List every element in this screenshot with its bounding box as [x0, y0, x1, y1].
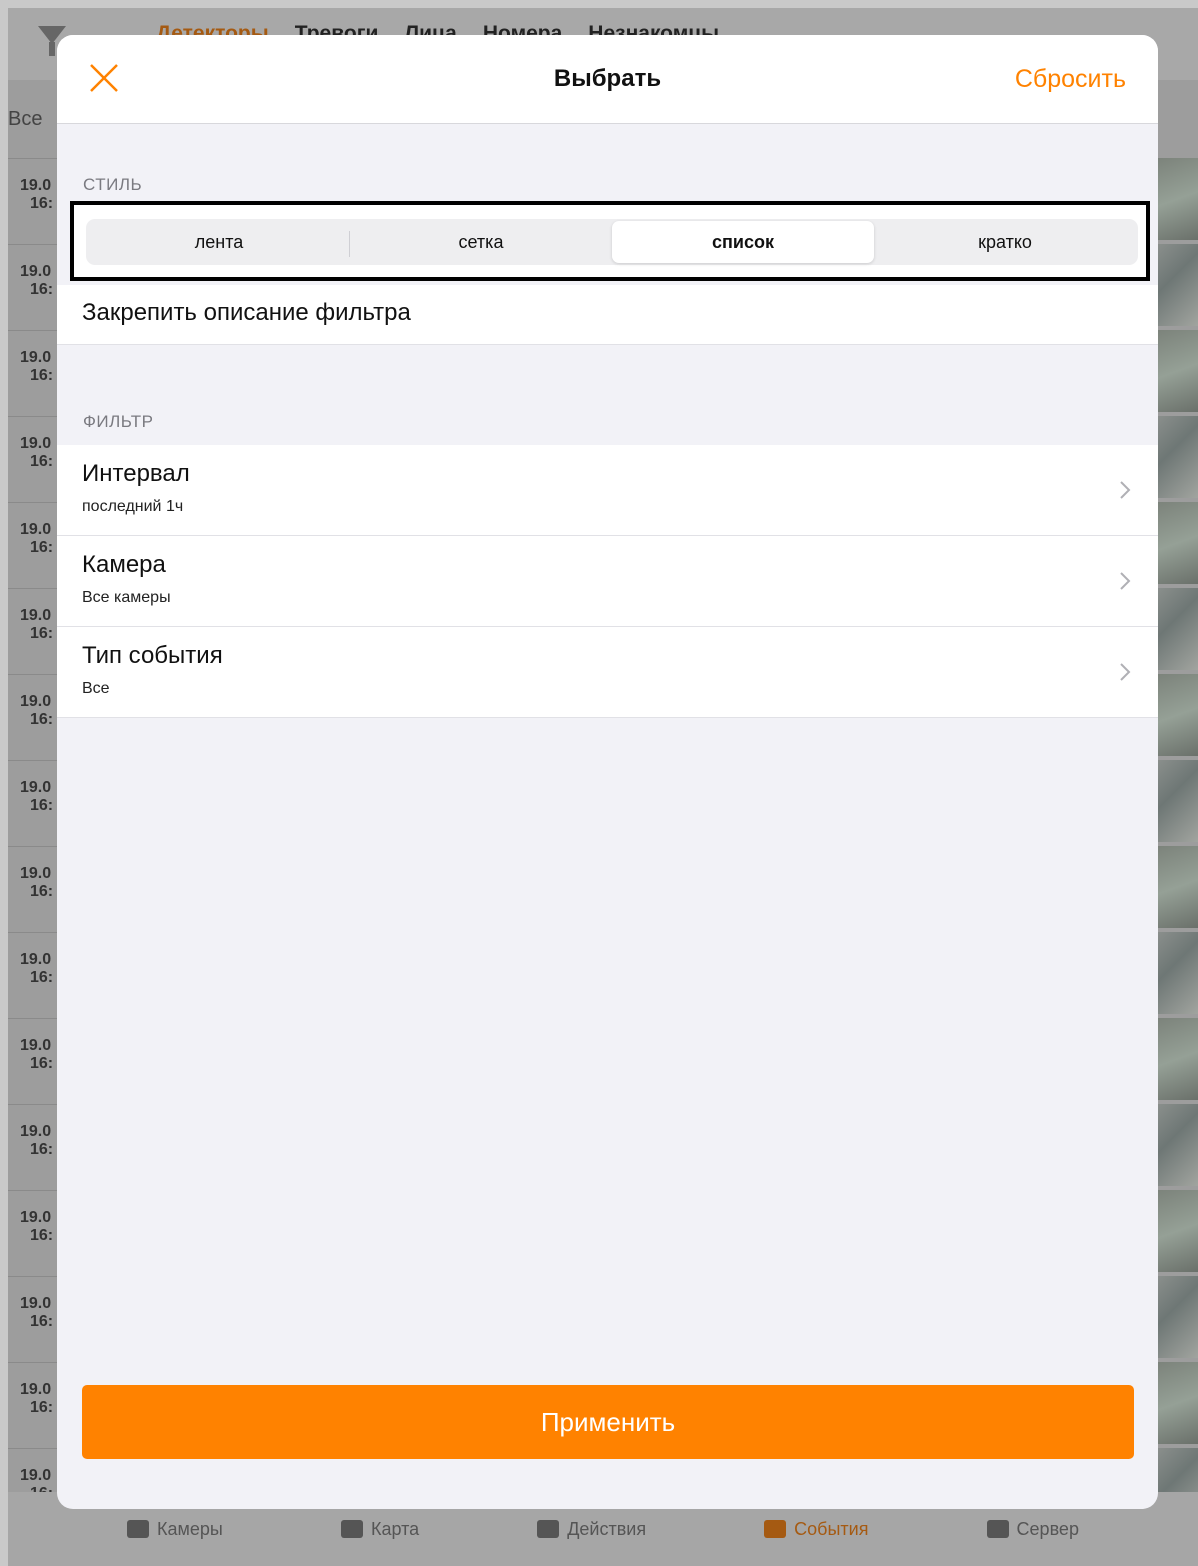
background-event-row: 19.016:: [8, 1018, 60, 1104]
filter-section-label: ФИЛЬТР: [83, 412, 154, 431]
filter-modal: Выбрать Сбросить СТИЛЬ лента сетка списо…: [57, 35, 1158, 1509]
nav-map: Карта: [340, 1519, 419, 1540]
background-event-thumbnail: [1158, 674, 1198, 756]
background-event-row: 19.016:: [8, 158, 60, 244]
background-event-thumbnail: [1158, 416, 1198, 498]
pin-filter-description-label: Закрепить описание фильтра: [82, 299, 411, 326]
nav-actions: Действия: [537, 1519, 646, 1540]
nav-server: Сервер: [986, 1519, 1079, 1540]
apply-button[interactable]: Применить: [82, 1385, 1134, 1459]
chevron-right-icon: [1120, 663, 1131, 681]
background-event-thumbnail: [1158, 330, 1198, 412]
background-event-thumbnail: [1158, 932, 1198, 1014]
camera-icon: [127, 1520, 150, 1538]
style-option-feed[interactable]: лента: [88, 221, 350, 263]
style-segmented-control: лента сетка список кратко: [86, 219, 1138, 265]
events-icon: [764, 1520, 787, 1538]
background-event-thumbnail: [1158, 1190, 1198, 1272]
background-date-column: 19.0 16: 19.0 16: 19.0 16: 19.0 16: 19.0 16: 19.0 1…: [8, 158, 60, 1534]
chevron-right-icon: [1120, 572, 1131, 590]
background-event-row: 19.016:: [8, 1276, 60, 1362]
style-option-grid[interactable]: сетка: [350, 221, 612, 263]
filter-row-event-type[interactable]: Тип события Все: [57, 626, 1158, 717]
background-event-row: 19.016:: [8, 502, 60, 588]
nav-cameras: Камеры: [127, 1519, 223, 1540]
pin-filter-description-row[interactable]: Закрепить описание фильтра: [57, 285, 1158, 345]
background-event-row: 19.016:: [8, 588, 60, 674]
background-event-row: 19.016:: [8, 1190, 60, 1276]
background-event-row: 19.016:: [8, 1362, 60, 1448]
home-icon: [986, 1520, 1009, 1538]
filter-value: Все камеры: [82, 589, 171, 606]
reset-button[interactable]: Сбросить: [1015, 65, 1126, 94]
background-event-row: 19.016:: [8, 846, 60, 932]
filter-title: Камера: [82, 551, 166, 578]
background-event-thumbnail: [1158, 502, 1198, 584]
background-thumbnails: [1158, 158, 1198, 1534]
filter-row-interval[interactable]: Интервал последний 1ч: [57, 445, 1158, 535]
modal-title: Выбрать: [553, 65, 662, 92]
background-event-row: 19.016:: [8, 760, 60, 846]
style-selector-highlight: лента сетка список кратко: [70, 201, 1150, 281]
lightning-icon: [537, 1520, 560, 1538]
background-event-row: 19.016:: [8, 932, 60, 1018]
background-event-row: 19.016:: [8, 674, 60, 760]
background-event-thumbnail: [1158, 158, 1198, 240]
background-event-thumbnail: [1158, 760, 1198, 842]
background-event-row: 19.016:: [8, 244, 60, 330]
map-icon: [340, 1520, 363, 1538]
nav-events: События: [764, 1519, 868, 1540]
background-event-thumbnail: [1158, 1104, 1198, 1186]
background-event-row: 19.016:: [8, 330, 60, 416]
background-event-thumbnail: [1158, 244, 1198, 326]
background-event-thumbnail: [1158, 1018, 1198, 1100]
style-option-list[interactable]: список: [612, 221, 874, 263]
filter-value: Все: [82, 680, 110, 697]
filter-list: Интервал последний 1ч Камера Все камеры …: [57, 445, 1158, 718]
background-event-thumbnail: [1158, 846, 1198, 928]
style-section-label: СТИЛЬ: [83, 175, 143, 194]
background-event-row: 19.016:: [8, 416, 60, 502]
chevron-right-icon: [1120, 481, 1131, 499]
filter-title: Тип события: [82, 642, 223, 669]
background-event-thumbnail: [1158, 588, 1198, 670]
filter-row-camera[interactable]: Камера Все камеры: [57, 535, 1158, 626]
background-all-label: Все: [8, 108, 43, 130]
modal-header: Выбрать Сбросить: [57, 35, 1158, 124]
style-option-brief[interactable]: кратко: [874, 221, 1136, 263]
filter-title: Интервал: [82, 460, 190, 487]
background-event-thumbnail: [1158, 1362, 1198, 1444]
background-event-row: 19.016:: [8, 1104, 60, 1190]
background-event-thumbnail: [1158, 1276, 1198, 1358]
filter-value: последний 1ч: [82, 498, 184, 515]
